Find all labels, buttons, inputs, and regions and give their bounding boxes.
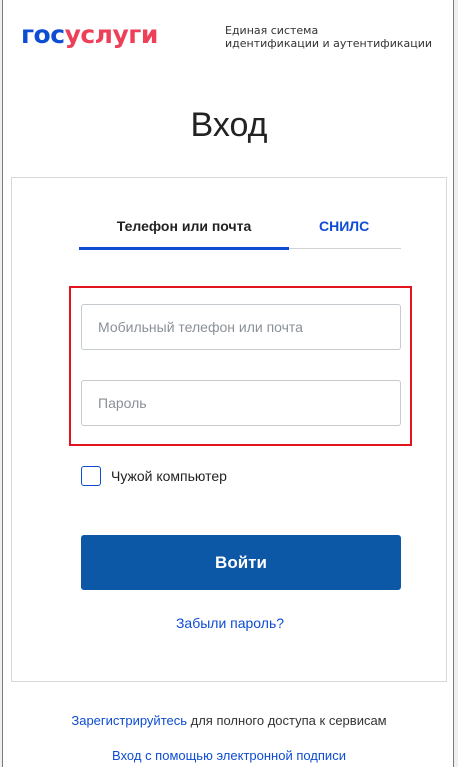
tab-phone-or-email[interactable]: Телефон или почта [79, 218, 289, 250]
register-text: для полного доступа к сервисам [187, 713, 387, 728]
gosuslugi-logo[interactable]: госуслуги [21, 20, 158, 49]
tagline-line-1: Единая система [225, 24, 319, 37]
login-window: госуслуги Единая система идентификации и… [2, 0, 454, 767]
password-input[interactable] [81, 380, 401, 426]
register-line: Зарегистрируйтесь для полного доступа к … [3, 713, 455, 728]
logo-part-uslugi: услуги [64, 20, 159, 49]
page-title: Вход [190, 106, 268, 144]
login-input[interactable] [81, 304, 401, 350]
signature-login-link[interactable]: Вход с помощью электронной подписи [112, 748, 346, 763]
login-button[interactable]: Войти [81, 535, 401, 590]
signature-login-line: Вход с помощью электронной подписи [3, 748, 455, 763]
register-link[interactable]: Зарегистрируйтесь [71, 713, 187, 728]
tagline-line-2: идентификации и аутентификации [225, 37, 433, 50]
esia-tagline: Единая система идентификации и аутентифи… [225, 24, 458, 50]
logo-part-gos: гос [21, 20, 65, 49]
login-tabs: Телефон или почта СНИЛС [79, 214, 401, 250]
foreign-computer-label: Чужой компьютер [111, 468, 227, 484]
tab-snils[interactable]: СНИЛС [319, 218, 369, 234]
foreign-computer-checkbox[interactable] [81, 466, 101, 486]
login-card: Телефон или почта СНИЛС Чужой компьютер … [11, 177, 447, 682]
forgot-password-link[interactable]: Забыли пароль? [12, 615, 448, 631]
